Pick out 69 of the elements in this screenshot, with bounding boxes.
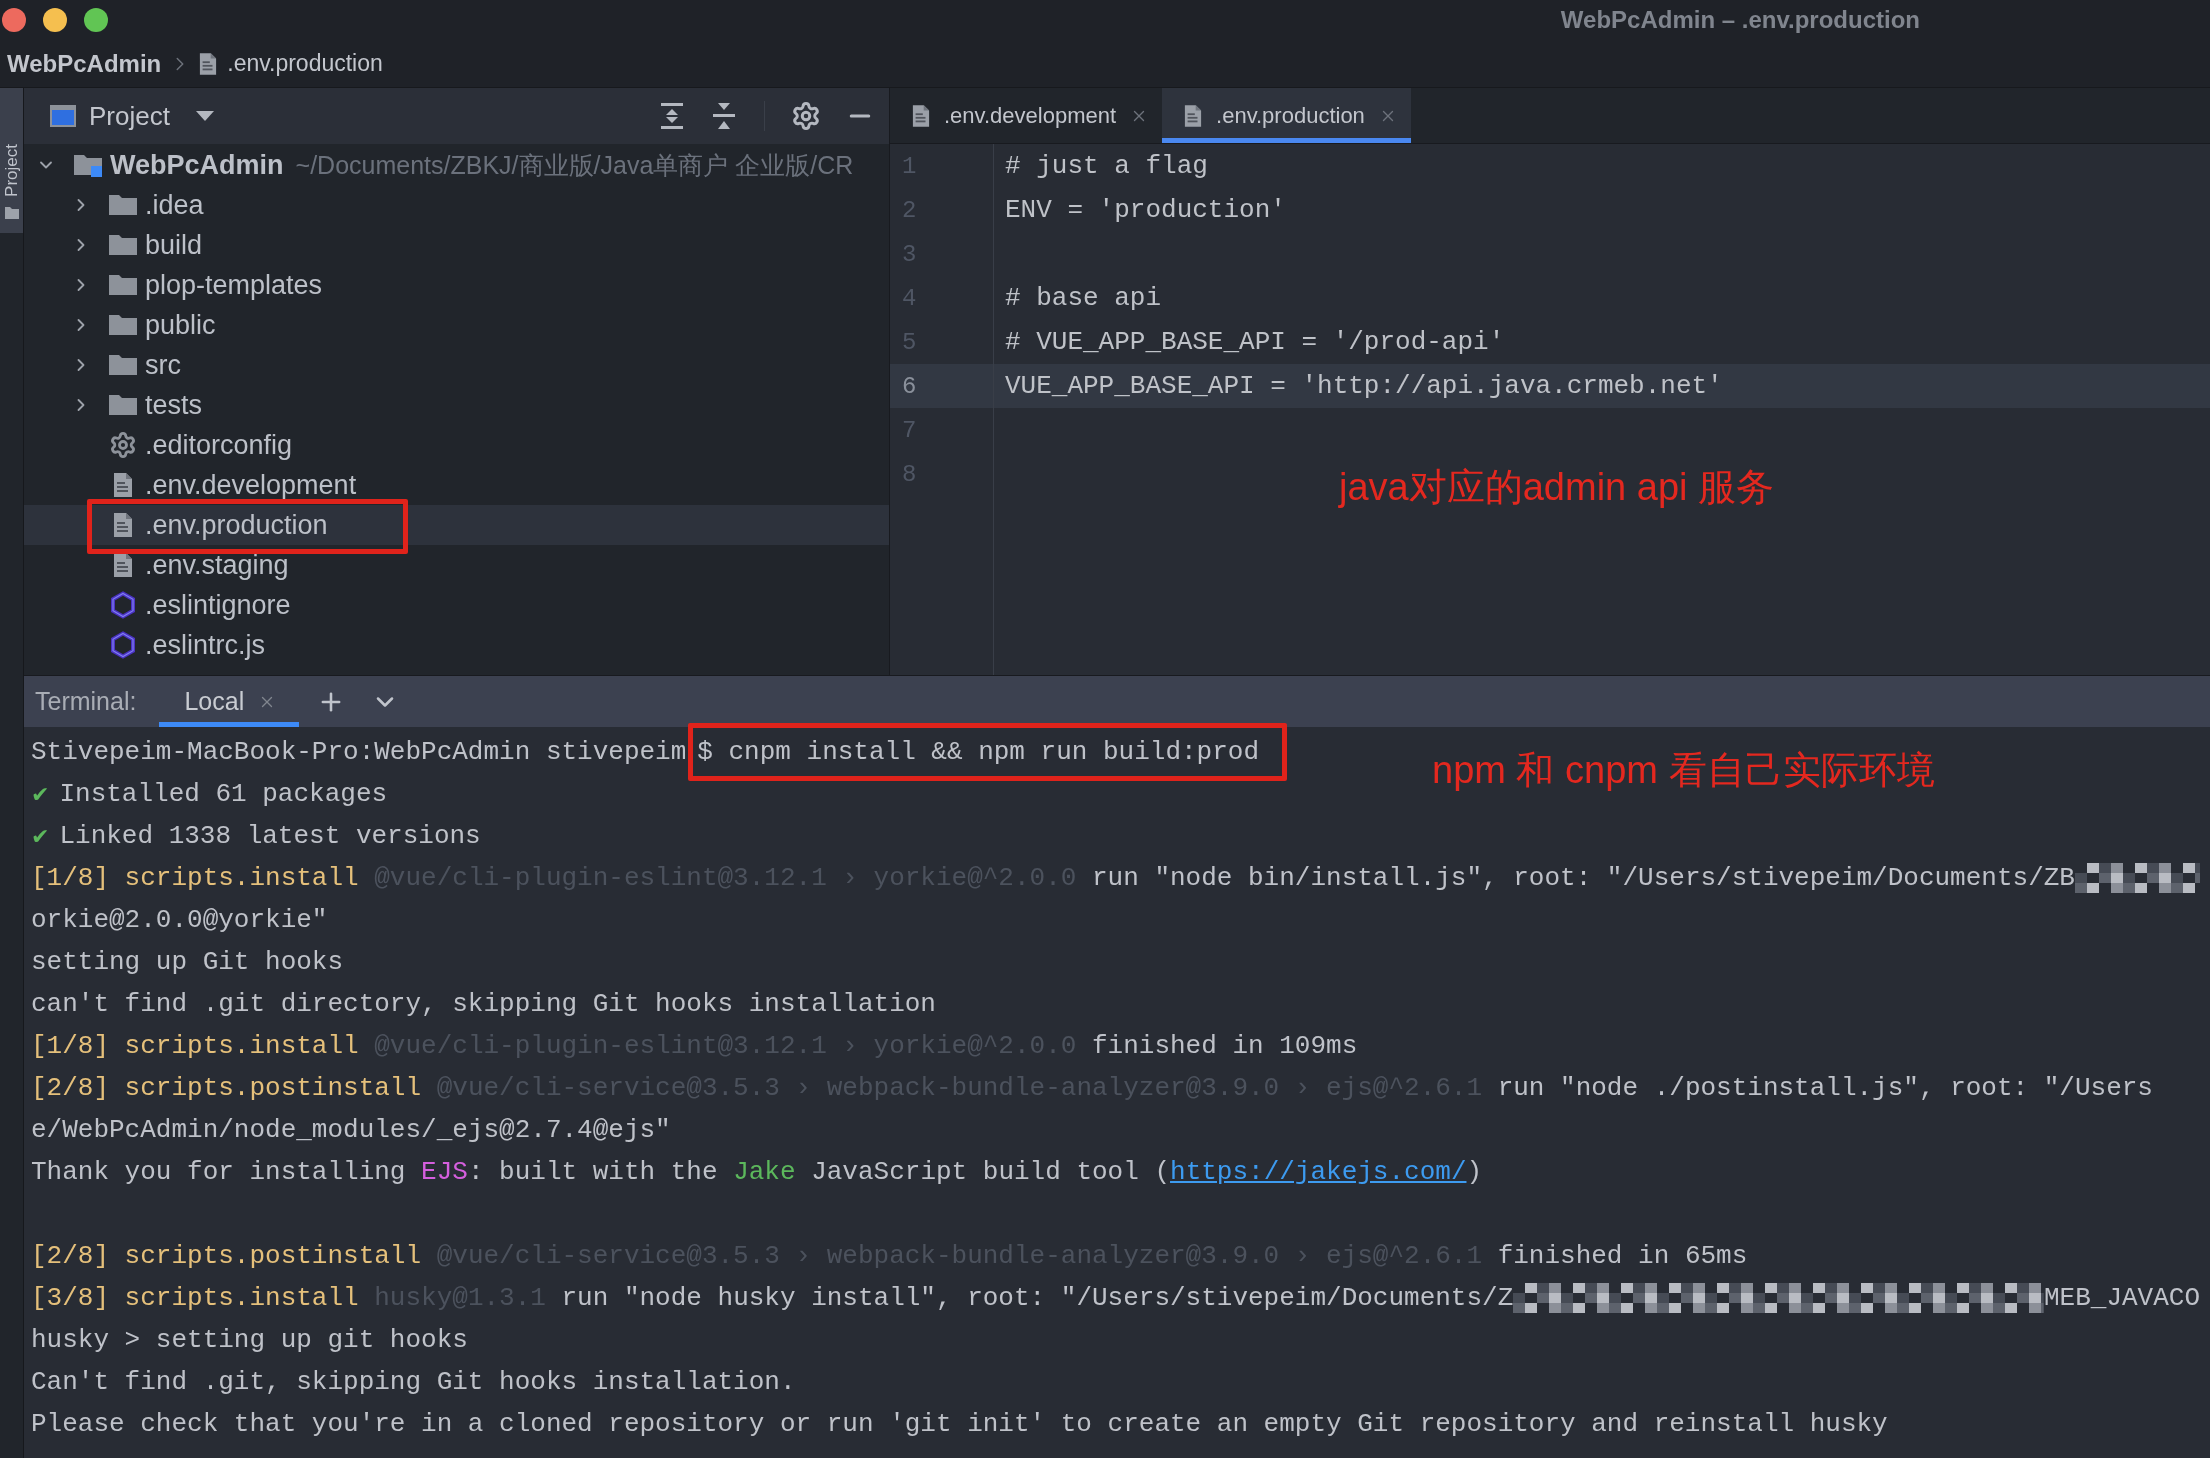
tree-item[interactable]: .editorconfig — [24, 425, 889, 465]
check-icon: ✔ — [31, 823, 50, 849]
window-icon — [49, 104, 77, 128]
terminal-text: orkie@2.0.0@yorkie" — [31, 905, 328, 935]
file-icon — [199, 51, 218, 76]
hexagon-icon — [109, 631, 137, 659]
terminal-text: Can't find .git, skipping Git hooks installation. — [31, 1367, 796, 1397]
tree-item[interactable]: tests — [24, 385, 889, 425]
tool-window-button[interactable]: Project — [0, 88, 23, 233]
tree-item[interactable]: public — [24, 305, 889, 345]
breadcrumb-item[interactable]: .env.production — [199, 50, 383, 77]
terminal-text: Please check that you're in a cloned repository or run 'git init' to create an empty Git repository and reinstall husky — [31, 1409, 1888, 1439]
file-icon — [912, 103, 930, 128]
annotation-note: npm 和 cnpm 看自己实际环境 — [1432, 748, 1935, 793]
zoom-window-icon[interactable] — [84, 8, 108, 32]
annotation-note: java对应的admin api 服务 — [1339, 465, 1775, 510]
gear-icon — [109, 431, 137, 459]
tree-item[interactable]: build — [24, 225, 889, 265]
terminal-text: $ cnpm install && npm run build:prod — [697, 737, 1259, 767]
line-number: 6 — [902, 372, 917, 400]
view-selector[interactable]: Project — [49, 100, 214, 132]
file-icon — [113, 512, 133, 538]
code-line: ENV = 'production' — [1005, 195, 1286, 225]
collapse-all-icon[interactable] — [710, 102, 738, 130]
folder-icon — [109, 313, 137, 337]
code-line: # VUE_APP_BASE_API = '/prod-api' — [1005, 327, 1505, 357]
code-line: VUE_APP_BASE_API = 'http://api.java.crmeb.net' — [1005, 371, 1723, 401]
tree-item[interactable]: .eslintrc.js — [24, 625, 889, 665]
code-line: # base api — [1005, 283, 1162, 313]
window-title: WebPcAdmin – .env.production — [1560, 6, 1920, 34]
panel-title: Terminal: — [35, 687, 137, 716]
folder-icon — [109, 193, 137, 217]
file-icon — [1184, 103, 1203, 128]
expand-all-icon[interactable] — [658, 102, 686, 130]
tree-item[interactable]: WebPcAdmin ~/Documents/ZBKJ/商业版/Java单商户 企业版/CR — [24, 145, 889, 185]
file-icon — [113, 472, 133, 498]
file-icon — [113, 552, 133, 578]
editor-tab[interactable]: .env.development — [890, 88, 1163, 143]
hexagon-icon — [109, 591, 137, 619]
terminal-text: MEB_JAVACO — [2043, 1283, 2200, 1313]
terminal-text: Thank you for installing EJS: built with the Jake JavaScript build tool (https://jakejs.com/) — [31, 1157, 1483, 1187]
link[interactable]: https://jakejs.com/ — [1170, 1157, 1467, 1187]
terminal-text: can't find .git directory, skipping Git hooks installation — [31, 989, 936, 1019]
tree-item[interactable]: src — [24, 345, 889, 385]
path-text: ~/Documents/ZBKJ/商业版/Java单商户 企业版/CR — [295, 149, 854, 181]
terminal-text: setting up Git hooks — [31, 947, 344, 977]
terminal-text: Installed 61 packages — [59, 779, 388, 809]
terminal-text: Linked 1338 latest versions — [59, 821, 481, 851]
code-line: # just a flag — [1005, 151, 1208, 181]
folder-icon — [109, 353, 137, 377]
settings-icon[interactable] — [791, 101, 821, 131]
folder-icon — [109, 273, 137, 297]
tree-item[interactable]: plop-templates — [24, 265, 889, 305]
folder-icon — [4, 207, 19, 219]
folder-icon — [109, 393, 137, 417]
terminal-tab[interactable]: Local — [159, 676, 300, 727]
check-icon: ✔ — [31, 781, 50, 807]
tree-item[interactable]: .eslintignore — [24, 585, 889, 625]
terminal-text: husky > setting up git hooks — [31, 1325, 468, 1355]
module-folder-icon — [74, 153, 102, 177]
terminal-text: e/WebPcAdmin/node_modules/_ejs@2.7.4@ejs" — [31, 1115, 671, 1145]
breadcrumb-item[interactable]: WebPcAdmin — [7, 49, 162, 78]
tree-item[interactable]: .idea — [24, 185, 889, 225]
editor-tab[interactable]: .env.production — [1162, 88, 1411, 143]
close-window-icon[interactable] — [2, 8, 26, 32]
minimize-window-icon[interactable] — [43, 8, 67, 32]
terminal-text: Stivepeim-MacBook-Pro:WebPcAdmin stivepeim — [31, 737, 687, 767]
caret-down-icon[interactable] — [195, 111, 214, 121]
folder-icon — [109, 233, 137, 257]
